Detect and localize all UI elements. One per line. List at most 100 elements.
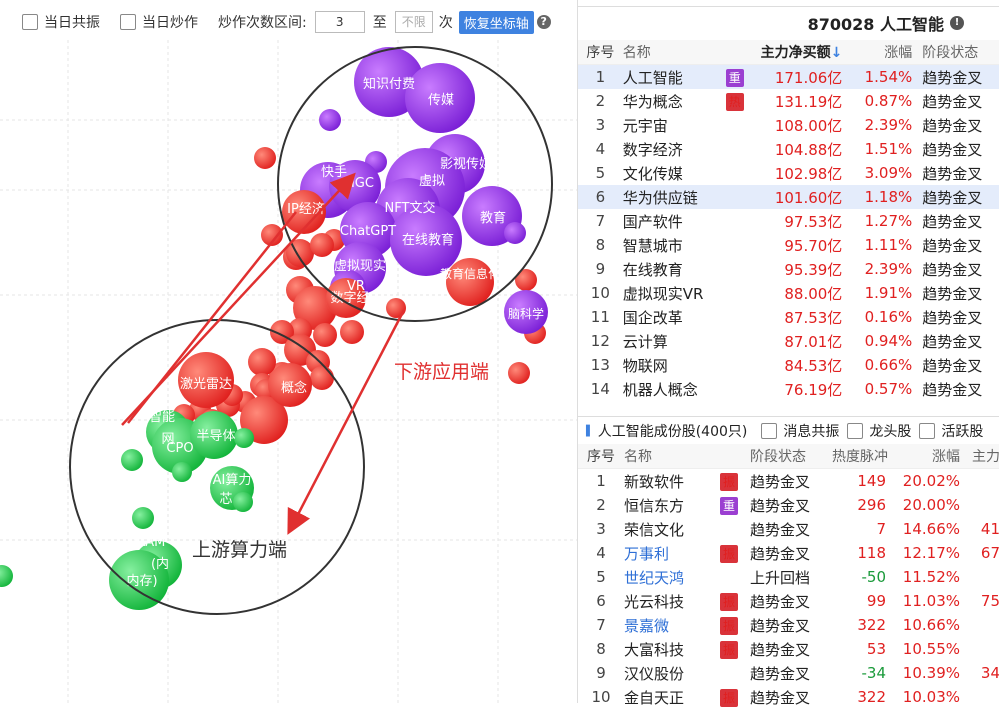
col-pct[interactable]: 涨幅: [842, 42, 912, 62]
constituent-row[interactable]: 6 光云科技振趋势金叉 99 11.03% 75: [578, 589, 999, 613]
chart-bubble[interactable]: [233, 492, 253, 512]
col-stage[interactable]: 阶段状态: [912, 42, 999, 62]
sector-row[interactable]: 2 华为概念热 131.19亿 0.87% 趋势金叉: [578, 89, 999, 113]
col-pct[interactable]: 涨幅: [886, 446, 960, 466]
row-name[interactable]: 景嘉微: [624, 615, 720, 636]
row-name[interactable]: 华为概念: [623, 91, 726, 112]
row-name[interactable]: 虚拟现实VR: [623, 283, 726, 304]
row-name[interactable]: 新致软件: [624, 471, 720, 492]
col-extra[interactable]: 主力: [960, 446, 999, 466]
chart-bubble[interactable]: [310, 233, 334, 257]
chart-bubble[interactable]: [340, 320, 364, 344]
range-from-input[interactable]: 3: [314, 11, 365, 33]
sector-row[interactable]: 5 文化传媒 102.98亿 3.09% 趋势金叉: [578, 161, 999, 185]
row-name[interactable]: 世纪天鸿: [624, 567, 720, 588]
row-name[interactable]: 国产软件: [623, 211, 726, 232]
chart-bubble[interactable]: [248, 348, 276, 376]
chart-bubble[interactable]: [504, 222, 526, 244]
row-name[interactable]: 国企改革: [623, 307, 726, 328]
checkbox-box[interactable]: [847, 423, 864, 439]
chart-bubble[interactable]: [234, 428, 254, 448]
constituent-row[interactable]: 10 金自天正振趋势金叉 322 10.03%: [578, 685, 999, 709]
chart-bubble[interactable]: [319, 109, 341, 131]
col-stage[interactable]: 阶段状态: [750, 446, 832, 466]
chart-bubble[interactable]: [515, 269, 537, 291]
sector-row[interactable]: 12 云计算 87.01亿 0.94% 趋势金叉: [578, 329, 999, 353]
sector-row[interactable]: 8 智慧城市 95.70亿 1.11% 趋势金叉: [578, 233, 999, 257]
row-name[interactable]: 万事利: [624, 543, 720, 564]
col-name[interactable]: 名称: [623, 42, 726, 62]
row-name[interactable]: 物联网: [623, 355, 726, 376]
chart-bubble[interactable]: [310, 366, 334, 390]
row-name[interactable]: 人工智能: [623, 67, 726, 88]
constituent-row[interactable]: 1 新致软件振趋势金叉 149 20.02%: [578, 469, 999, 493]
checkbox-box[interactable]: [761, 423, 778, 439]
sector-row[interactable]: 3 元宇宙 108.00亿 2.39% 趋势金叉: [578, 113, 999, 137]
checkbox-box[interactable]: [120, 14, 136, 30]
row-pct: 3.09%: [864, 164, 913, 182]
sector-row[interactable]: 11 国企改革 87.53亿 0.16% 趋势金叉: [578, 305, 999, 329]
col-idx[interactable]: 序号: [578, 42, 623, 62]
col-name[interactable]: 名称: [624, 446, 720, 466]
sector-row[interactable]: 6 华为供应链 101.60亿 1.18% 趋势金叉: [578, 185, 999, 209]
active-stock-checkbox[interactable]: 活跃股: [919, 421, 983, 441]
sector-row[interactable]: 7 国产软件 97.53亿 1.27% 趋势金叉: [578, 209, 999, 233]
row-name[interactable]: 恒信东方: [624, 495, 720, 516]
row-stage: 趋势金叉: [922, 284, 983, 303]
row-name[interactable]: 智慧城市: [623, 235, 726, 256]
constituent-row[interactable]: 3 荣信文化 趋势金叉 7 14.66% 41: [578, 517, 999, 541]
same-day-hype-checkbox[interactable]: 当日炒作: [120, 12, 198, 32]
col-idx[interactable]: 序号: [578, 446, 624, 466]
news-resonance-checkbox[interactable]: 消息共振: [761, 421, 839, 441]
row-name[interactable]: 华为供应链: [623, 187, 726, 208]
constituent-row[interactable]: 4 万事利振趋势金叉 118 12.17% 67: [578, 541, 999, 565]
row-tag-badge: 振: [720, 616, 738, 635]
chart-bubble[interactable]: [132, 507, 154, 529]
help-icon[interactable]: ?: [536, 15, 551, 29]
range-to-input[interactable]: 不限: [394, 11, 433, 33]
chart-bubble[interactable]: [172, 462, 192, 482]
leader-stock-checkbox[interactable]: 龙头股: [847, 421, 911, 441]
row-name[interactable]: 荣信文化: [624, 519, 720, 540]
chart-bubble[interactable]: [313, 323, 337, 347]
sector-row[interactable]: 4 数字经济 104.88亿 1.51% 趋势金叉: [578, 137, 999, 161]
row-pct: 1.54%: [864, 68, 913, 86]
row-pct: 12.17%: [902, 544, 960, 562]
sector-row[interactable]: 10 虚拟现实VR 88.00亿 1.91% 趋势金叉: [578, 281, 999, 305]
sector-row[interactable]: 9 在线教育 95.39亿 2.39% 趋势金叉: [578, 257, 999, 281]
chart-bubble[interactable]: [254, 147, 276, 169]
checkbox-box[interactable]: [919, 423, 936, 439]
row-idx: 5: [596, 568, 606, 586]
row-name[interactable]: 光云科技: [624, 591, 720, 612]
row-name[interactable]: 大富科技: [624, 639, 720, 660]
row-name[interactable]: 文化传媒: [623, 163, 726, 184]
row-name[interactable]: 机器人概念: [623, 379, 726, 400]
col-heat[interactable]: 热度脉冲: [832, 446, 888, 466]
constituent-row[interactable]: 7 景嘉微振趋势金叉 322 10.66%: [578, 613, 999, 637]
info-icon[interactable]: !: [950, 16, 964, 30]
row-name[interactable]: 金自天正: [624, 687, 720, 708]
row-name[interactable]: 数字经济: [623, 139, 726, 160]
col-net-buy[interactable]: 主力净买额↓: [749, 42, 843, 62]
row-name[interactable]: 汉仪股份: [624, 663, 720, 684]
constituent-row[interactable]: 8 大富科技振趋势金叉 53 10.55%: [578, 637, 999, 661]
chart-bubble[interactable]: [508, 362, 530, 384]
chart-bubble[interactable]: [0, 565, 13, 587]
row-name[interactable]: 云计算: [623, 331, 726, 352]
constituent-row[interactable]: 5 世纪天鸿 上升回档 -50 11.52%: [578, 565, 999, 589]
bubble-jiaoyuxin[interactable]: [446, 258, 494, 306]
chart-bubble[interactable]: [121, 449, 143, 471]
sector-row[interactable]: 13 物联网 84.53亿 0.66% 趋势金叉: [578, 353, 999, 377]
constituent-row[interactable]: 9 汉仪股份 趋势金叉 -34 10.39% 34: [578, 661, 999, 685]
row-name[interactable]: 在线教育: [623, 259, 726, 280]
row-name[interactable]: 元宇宙: [623, 115, 726, 136]
checkbox-box[interactable]: [22, 14, 38, 30]
bubble-label: NFT文交: [385, 200, 436, 216]
sector-row[interactable]: 1 人工智能重 171.06亿 1.54% 趋势金叉: [578, 65, 999, 89]
row-idx: 7: [596, 616, 606, 634]
chart-bubble[interactable]: [386, 298, 406, 318]
reset-axis-button[interactable]: 恢复坐标轴: [458, 10, 534, 34]
same-day-resonance-checkbox[interactable]: 当日共振: [22, 12, 100, 32]
constituent-row[interactable]: 2 恒信东方重趋势金叉 296 20.00%: [578, 493, 999, 517]
sector-row[interactable]: 14 机器人概念 76.19亿 0.57% 趋势金叉: [578, 377, 999, 401]
